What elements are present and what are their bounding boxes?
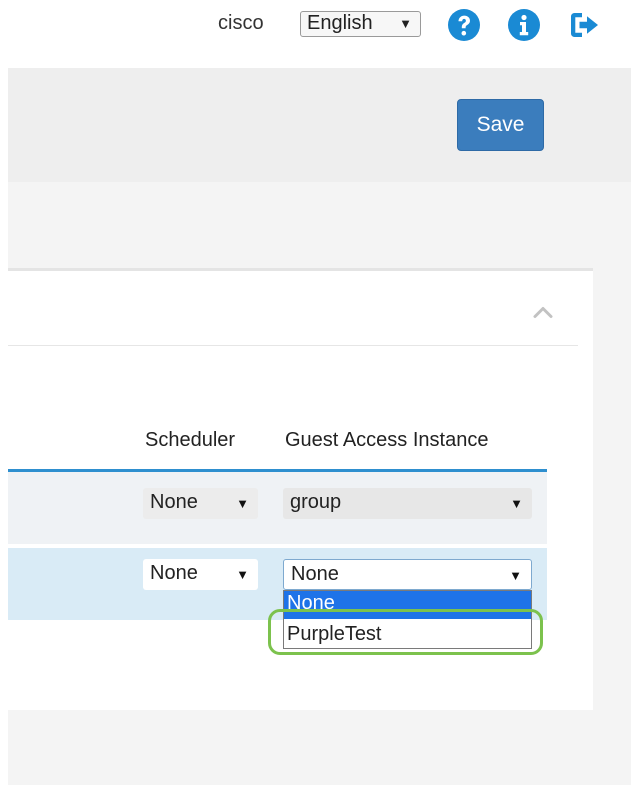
panel-divider <box>8 345 578 346</box>
guest-access-instance-select[interactable]: group ▼ <box>283 488 532 519</box>
chevron-up-icon[interactable] <box>532 305 554 319</box>
guest-access-instance-select-value: group <box>290 491 342 513</box>
column-header-scheduler: Scheduler <box>145 429 236 451</box>
chevron-down-icon: ▼ <box>236 496 249 511</box>
guest-access-instance-select-value: None <box>291 563 339 585</box>
info-icon[interactable] <box>507 8 541 42</box>
scheduler-select[interactable]: None ▼ <box>143 559 258 590</box>
username-label: cisco <box>218 12 264 34</box>
toolbar: Save <box>8 68 631 182</box>
language-select[interactable]: English ▼ <box>300 11 421 37</box>
guest-access-instance-select-open[interactable]: None ▼ <box>283 559 532 590</box>
column-header-guest-access-instance: Guest Access Instance <box>285 429 489 451</box>
top-bar: cisco English ▼ <box>0 0 631 68</box>
highlight-callout <box>268 609 543 655</box>
table-row: None ▼ group ▼ <box>8 472 547 544</box>
chevron-down-icon: ▼ <box>510 496 523 511</box>
scheduler-select-value: None <box>150 491 198 513</box>
language-select-value: English <box>307 12 373 34</box>
scheduler-select[interactable]: None ▼ <box>143 488 258 519</box>
scheduler-select-value: None <box>150 562 198 584</box>
chevron-down-icon: ▼ <box>509 568 522 583</box>
save-button[interactable]: Save <box>457 99 544 151</box>
logout-icon[interactable] <box>567 8 601 42</box>
chevron-down-icon: ▼ <box>399 16 412 31</box>
chevron-down-icon: ▼ <box>236 567 249 582</box>
help-icon[interactable] <box>447 8 481 42</box>
